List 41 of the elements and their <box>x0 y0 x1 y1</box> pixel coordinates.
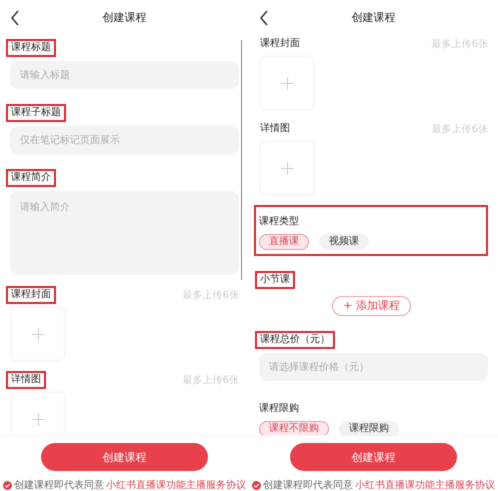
option-chip[interactable]: 课程不限购 <box>259 421 329 435</box>
plus-icon <box>280 76 294 90</box>
plus-icon <box>280 162 294 174</box>
section-label: 小节课 <box>255 271 295 289</box>
input-field[interactable]: 请输入标题 <box>10 61 239 89</box>
page-title: 创建课程 <box>102 10 146 25</box>
scrollbar[interactable] <box>241 40 242 280</box>
agreement-link[interactable]: 小红书直播课功能主播服务协议 <box>106 478 246 491</box>
section-label: 课程封面 <box>259 36 301 51</box>
checkmark-icon[interactable] <box>252 480 261 490</box>
upload-button[interactable] <box>12 393 64 435</box>
agreement-text: 创建课程即代表同意 <box>263 478 353 491</box>
section-label: 课程封面 <box>6 286 56 304</box>
create-course-button[interactable]: 创建课程 <box>290 443 457 471</box>
textarea-field[interactable]: 请输入简介 <box>10 191 239 275</box>
option-chip[interactable]: 视频课 <box>319 234 369 250</box>
upload-button[interactable] <box>12 308 64 360</box>
plus-icon <box>32 412 44 426</box>
input-field[interactable]: 仅在笔记标记页面展示 <box>10 126 239 154</box>
option-chip[interactable]: 直播课 <box>259 234 309 250</box>
create-course-button[interactable]: 创建课程 <box>41 443 208 471</box>
plus-icon <box>32 328 44 340</box>
section-label: 课程简介 <box>6 169 56 187</box>
page-title: 创建课程 <box>352 10 396 25</box>
section-label: 详情图 <box>6 371 46 389</box>
section-label: 课程总价（元） <box>255 331 335 349</box>
agreement-link[interactable]: 小红书直播课功能主播服务协议 <box>355 478 495 491</box>
input-field[interactable]: 请选择课程价格（元） <box>259 353 488 381</box>
back-icon[interactable] <box>10 10 20 26</box>
section-label: 课程标题 <box>6 39 56 57</box>
back-icon[interactable] <box>259 10 269 26</box>
checkmark-icon[interactable] <box>3 480 12 490</box>
option-chip[interactable]: 课程限购 <box>339 421 399 435</box>
section-label: 课程类型 <box>259 215 299 229</box>
section-label: 课程限购 <box>259 402 299 416</box>
add-course-button[interactable]: + 添加课程 <box>332 296 411 316</box>
upload-button[interactable] <box>261 57 313 109</box>
section-label: 课程子标题 <box>6 104 66 122</box>
upload-button[interactable] <box>261 142 313 194</box>
agreement-text: 创建课程即代表同意 <box>14 478 104 491</box>
section-label: 详情图 <box>259 122 291 136</box>
